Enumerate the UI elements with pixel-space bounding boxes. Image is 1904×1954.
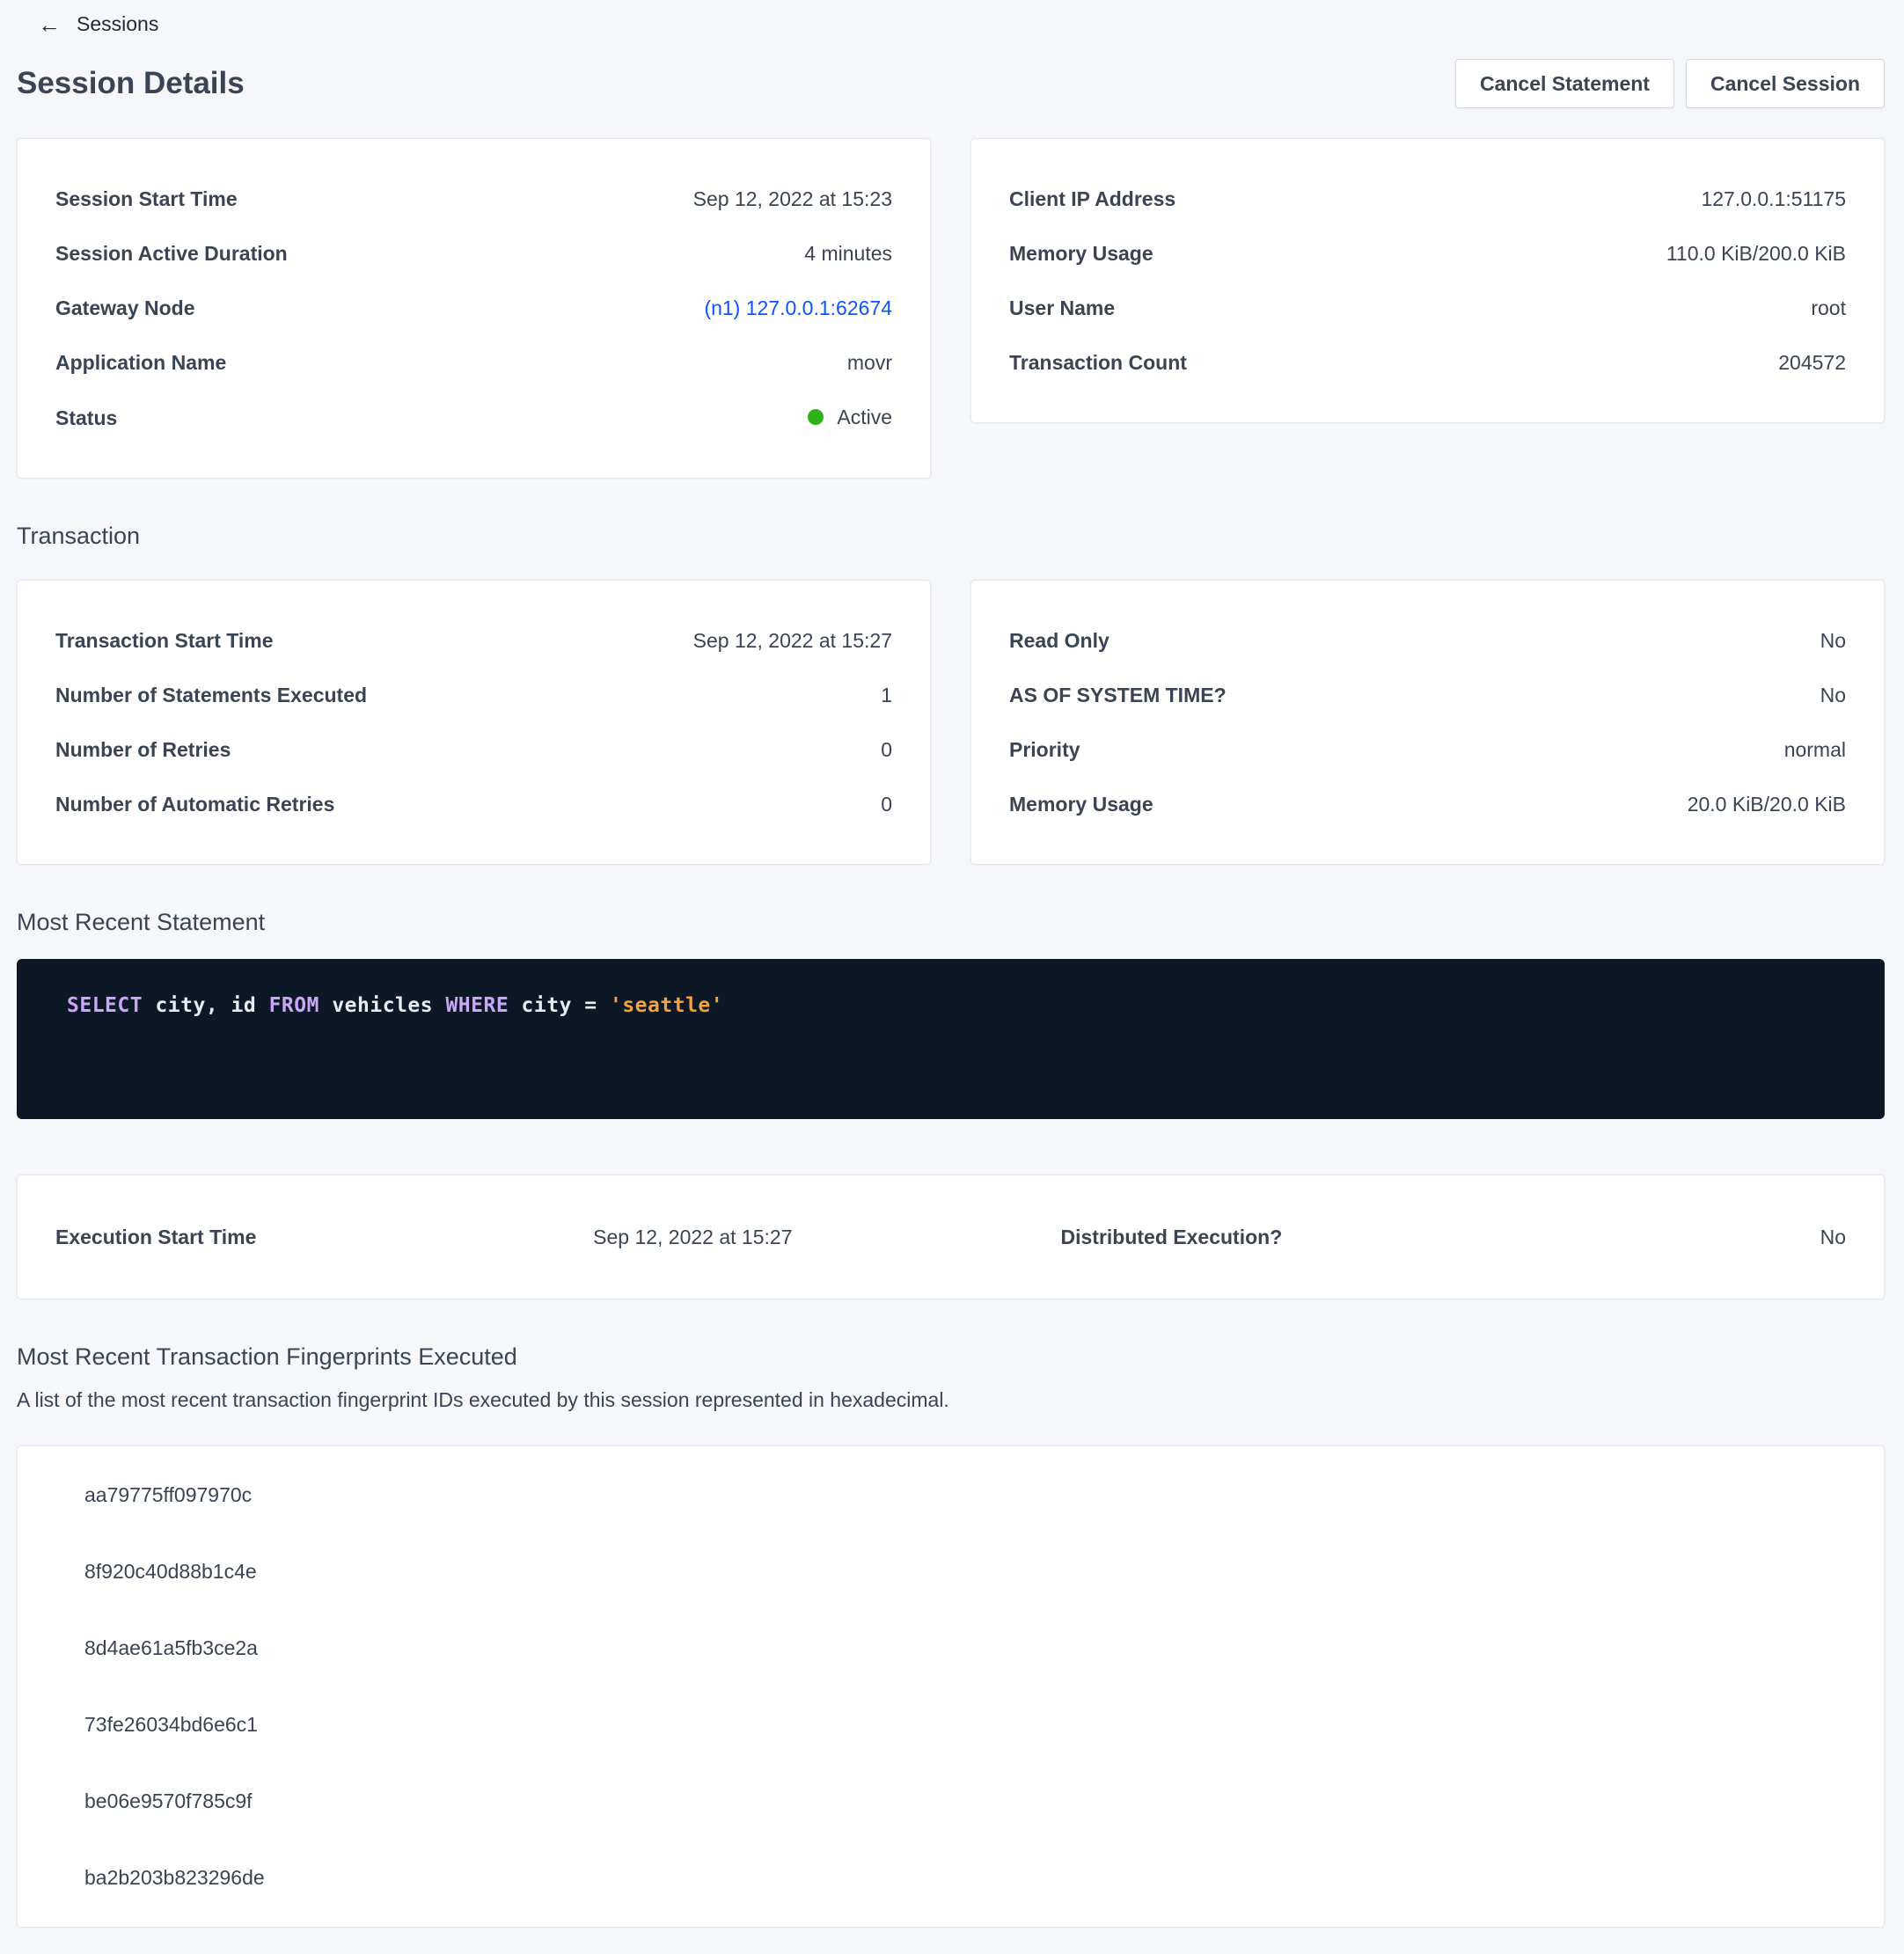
automatic-retries-row: Number of Automatic Retries 0 [55,777,892,831]
execution-start-time-row: Execution Start Time Sep 12, 2022 at 15:… [55,1226,951,1249]
fingerprints-description: A list of the most recent transaction fi… [17,1388,1885,1412]
session-summary-card-right: Client IP Address 127.0.0.1:51175 Memory… [970,138,1885,423]
info-label: Read Only [1009,626,1109,655]
fingerprint-row: aa79775ff097970c [55,1457,1846,1533]
sql-statement-text: SELECT city, id FROM vehicles WHERE city… [67,994,1834,1017]
txn-memory-usage-row: Memory Usage 20.0 KiB/20.0 KiB [1009,777,1846,831]
info-label: Number of Automatic Retries [55,790,334,818]
info-value: normal [1784,735,1846,764]
execution-card: Execution Start Time Sep 12, 2022 at 15:… [17,1175,1885,1299]
status-row: Status Active [55,390,892,445]
info-value: 20.0 KiB/20.0 KiB [1688,790,1846,818]
breadcrumb-label: Sessions [77,12,158,36]
session-summary-row: Session Start Time Sep 12, 2022 at 15:23… [17,138,1885,479]
fingerprint-row: 8d4ae61a5fb3ce2a [55,1610,1846,1687]
info-label: Number of Statements Executed [55,681,367,709]
status-text: Active [837,403,892,431]
fingerprint-row: 73fe26034bd6e6c1 [55,1687,1846,1763]
info-value: 127.0.0.1:51175 [1701,185,1846,213]
info-label: Distributed Execution? [1061,1226,1283,1249]
sql-text: city, id [143,994,268,1017]
info-label: User Name [1009,294,1115,322]
cancel-session-button[interactable]: Cancel Session [1686,59,1885,108]
info-value: No [1820,681,1846,709]
info-value: movr [847,348,892,377]
breadcrumb[interactable]: ← Sessions [17,12,1885,36]
info-value: 0 [881,735,892,764]
info-value: 0 [881,790,892,818]
info-label: Status [55,404,117,432]
session-active-duration-row: Session Active Duration 4 minutes [55,226,892,281]
sql-text: city = [509,994,610,1017]
status-active-dot-icon [808,409,824,425]
sql-keyword: SELECT [67,994,143,1017]
sql-keyword: FROM [269,994,319,1017]
info-value: 4 minutes [804,239,892,267]
info-label: Transaction Count [1009,348,1187,377]
as-of-system-time-row: AS OF SYSTEM TIME? No [1009,668,1846,722]
info-value: Sep 12, 2022 at 15:27 [693,626,892,655]
info-label: Gateway Node [55,294,195,322]
session-start-time-row: Session Start Time Sep 12, 2022 at 15:23 [55,172,892,226]
gateway-node-link[interactable]: (n1) 127.0.0.1:62674 [704,294,892,322]
transaction-row: Transaction Start Time Sep 12, 2022 at 1… [17,580,1885,865]
gateway-node-row: Gateway Node (n1) 127.0.0.1:62674 [55,281,892,335]
info-label: Memory Usage [1009,239,1153,267]
read-only-row: Read Only No [1009,613,1846,668]
session-details-page: ← Sessions Session Details Cancel Statem… [0,0,1904,1954]
cancel-statement-button[interactable]: Cancel Statement [1455,59,1674,108]
info-value: 1 [881,681,892,709]
info-label: Execution Start Time [55,1226,256,1249]
back-arrow-icon: ← [38,13,61,36]
transaction-card-right: Read Only No AS OF SYSTEM TIME? No Prior… [970,580,1885,865]
section-title-fingerprints: Most Recent Transaction Fingerprints Exe… [17,1343,1885,1371]
info-value: Sep 12, 2022 at 15:23 [693,185,892,213]
fingerprint-row: ba2b203b823296de [55,1840,1846,1916]
sql-string-literal: 'seattle' [610,994,723,1017]
info-label: Number of Retries [55,735,231,764]
info-label: Session Start Time [55,185,238,213]
page-header: Session Details Cancel Statement Cancel … [17,59,1885,108]
retries-row: Number of Retries 0 [55,722,892,777]
section-title-transaction: Transaction [17,523,1885,550]
info-label: Session Active Duration [55,239,288,267]
priority-row: Priority normal [1009,722,1846,777]
statements-executed-row: Number of Statements Executed 1 [55,668,892,722]
fingerprint-row: be06e9570f785c9f [55,1763,1846,1840]
info-value: root [1811,294,1846,322]
info-label: Priority [1009,735,1080,764]
fingerprints-card: aa79775ff097970c 8f920c40d88b1c4e 8d4ae6… [17,1445,1885,1928]
info-value: No [1820,626,1846,655]
execution-grid: Execution Start Time Sep 12, 2022 at 15:… [55,1226,1846,1249]
fingerprint-row: 8f920c40d88b1c4e [55,1533,1846,1610]
header-actions: Cancel Statement Cancel Session [1455,59,1885,108]
info-label: Client IP Address [1009,185,1175,213]
info-value: 204572 [1778,348,1846,377]
user-name-row: User Name root [1009,281,1846,335]
page-title: Session Details [17,66,245,101]
memory-usage-row: Memory Usage 110.0 KiB/200.0 KiB [1009,226,1846,281]
info-label: Application Name [55,348,226,377]
info-value: No [1820,1226,1846,1249]
info-label: Memory Usage [1009,790,1153,818]
application-name-row: Application Name movr [55,335,892,390]
info-value: Sep 12, 2022 at 15:27 [593,1226,792,1249]
session-summary-card-left: Session Start Time Sep 12, 2022 at 15:23… [17,138,931,479]
status-badge: Active [808,403,892,431]
sql-text: vehicles [319,994,445,1017]
client-ip-row: Client IP Address 127.0.0.1:51175 [1009,172,1846,226]
transaction-start-time-row: Transaction Start Time Sep 12, 2022 at 1… [55,613,892,668]
info-value: 110.0 KiB/200.0 KiB [1666,239,1846,267]
section-title-most-recent-statement: Most Recent Statement [17,909,1885,936]
sql-statement-box: SELECT city, id FROM vehicles WHERE city… [17,959,1885,1119]
distributed-execution-row: Distributed Execution? No [951,1226,1847,1249]
transaction-card-left: Transaction Start Time Sep 12, 2022 at 1… [17,580,931,865]
info-label: Transaction Start Time [55,626,274,655]
info-label: AS OF SYSTEM TIME? [1009,681,1227,709]
transaction-count-row: Transaction Count 204572 [1009,335,1846,390]
sql-keyword: WHERE [445,994,509,1017]
